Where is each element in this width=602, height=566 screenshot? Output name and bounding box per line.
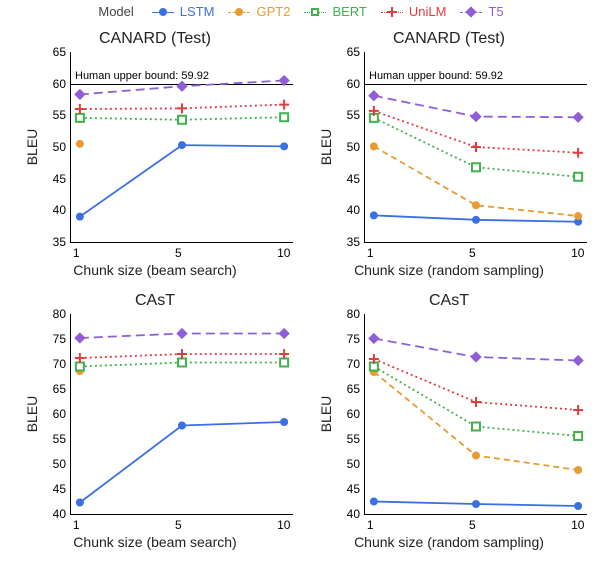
y-tick: 75 — [53, 332, 66, 346]
y-tick: 70 — [53, 357, 66, 371]
y-axis-label: BLEU — [318, 129, 334, 166]
legend-item-t5: T5 — [460, 4, 503, 19]
y-tick: 45 — [347, 172, 360, 186]
x-tick: 10 — [277, 518, 290, 532]
x-axis-label: Chunk size (random sampling) — [306, 534, 592, 550]
chart-series — [365, 52, 587, 242]
x-axis-label: Chunk size (beam search) — [12, 534, 298, 550]
diamond-marker-icon — [466, 6, 477, 17]
y-tick: 60 — [53, 77, 66, 91]
x-tick: 5 — [469, 246, 476, 260]
y-tick: 65 — [53, 45, 66, 59]
y-tick: 55 — [53, 432, 66, 446]
y-tick: 50 — [347, 140, 360, 154]
square-marker-icon — [311, 8, 319, 16]
y-tick: 35 — [347, 235, 360, 249]
legend-swatch-unilm — [381, 5, 403, 19]
chart-series — [365, 314, 587, 514]
panel-bl: CAsT BLEU 404550556065707580 1510 Chunk … — [12, 292, 298, 556]
figure: Model LSTM GPT2 BERT — [0, 0, 602, 566]
plot-area — [364, 314, 587, 515]
panel-tl: CANARD (Test) BLEU 35404550556065 Human … — [12, 30, 298, 284]
y-tick: 55 — [347, 432, 360, 446]
y-tick: 80 — [347, 307, 360, 321]
legend-label-t5: T5 — [488, 4, 503, 19]
panel-tr: CANARD (Test) BLEU 35404550556065 Human … — [306, 30, 592, 284]
plot-area: Human upper bound: 59.92 — [70, 52, 293, 243]
y-tick: 35 — [53, 235, 66, 249]
y-tick: 75 — [347, 332, 360, 346]
x-axis-label: Chunk size (beam search) — [12, 262, 298, 278]
legend-swatch-t5 — [460, 5, 482, 19]
y-tick: 65 — [347, 382, 360, 396]
legend-item-lstm: LSTM — [152, 4, 215, 19]
x-tick: 1 — [367, 518, 374, 532]
y-tick: 55 — [347, 108, 360, 122]
y-axis-label: BLEU — [24, 129, 40, 166]
x-tick: 10 — [571, 518, 584, 532]
legend-item-unilm: UniLM — [381, 4, 447, 19]
y-tick: 50 — [53, 140, 66, 154]
legend-label-bert: BERT — [332, 4, 366, 19]
y-tick: 40 — [347, 203, 360, 217]
x-tick: 10 — [571, 246, 584, 260]
plot-area: Human upper bound: 59.92 — [364, 52, 587, 243]
legend-swatch-lstm — [152, 5, 174, 19]
x-tick: 10 — [277, 246, 290, 260]
y-axis-label: BLEU — [24, 396, 40, 433]
circle-marker-icon — [159, 8, 167, 16]
y-axis-label: BLEU — [318, 396, 334, 433]
legend-label-gpt2: GPT2 — [256, 4, 290, 19]
legend-swatch-gpt2 — [228, 5, 250, 19]
chart-series — [71, 314, 293, 514]
x-tick: 1 — [73, 246, 80, 260]
y-tick: 60 — [53, 407, 66, 421]
x-tick: 5 — [175, 518, 182, 532]
legend-item-gpt2: GPT2 — [228, 4, 290, 19]
legend-label-lstm: LSTM — [180, 4, 215, 19]
y-tick: 50 — [347, 457, 360, 471]
x-tick: 1 — [73, 518, 80, 532]
plot-area — [70, 314, 293, 515]
y-tick: 60 — [347, 77, 360, 91]
plus-marker-icon — [387, 7, 397, 17]
y-tick: 45 — [53, 482, 66, 496]
legend-title: Model — [98, 4, 133, 19]
x-tick: 5 — [175, 246, 182, 260]
legend-label-unilm: UniLM — [409, 4, 447, 19]
y-tick: 70 — [347, 357, 360, 371]
legend-item-bert: BERT — [304, 4, 366, 19]
circle-marker-icon — [235, 8, 243, 16]
y-tick: 40 — [347, 507, 360, 521]
y-tick: 40 — [53, 203, 66, 217]
y-tick: 80 — [53, 307, 66, 321]
y-tick: 45 — [53, 172, 66, 186]
x-tick: 1 — [367, 246, 374, 260]
x-axis-label: Chunk size (random sampling) — [306, 262, 592, 278]
y-tick: 60 — [347, 407, 360, 421]
x-tick: 5 — [469, 518, 476, 532]
panel-br: CAsT BLEU 404550556065707580 1510 Chunk … — [306, 292, 592, 556]
y-tick: 40 — [53, 507, 66, 521]
y-tick: 50 — [53, 457, 66, 471]
y-tick: 55 — [53, 108, 66, 122]
y-tick: 45 — [347, 482, 360, 496]
legend: Model LSTM GPT2 BERT — [0, 4, 602, 19]
y-tick: 65 — [347, 45, 360, 59]
chart-series — [71, 52, 293, 242]
y-tick: 65 — [53, 382, 66, 396]
legend-swatch-bert — [304, 5, 326, 19]
